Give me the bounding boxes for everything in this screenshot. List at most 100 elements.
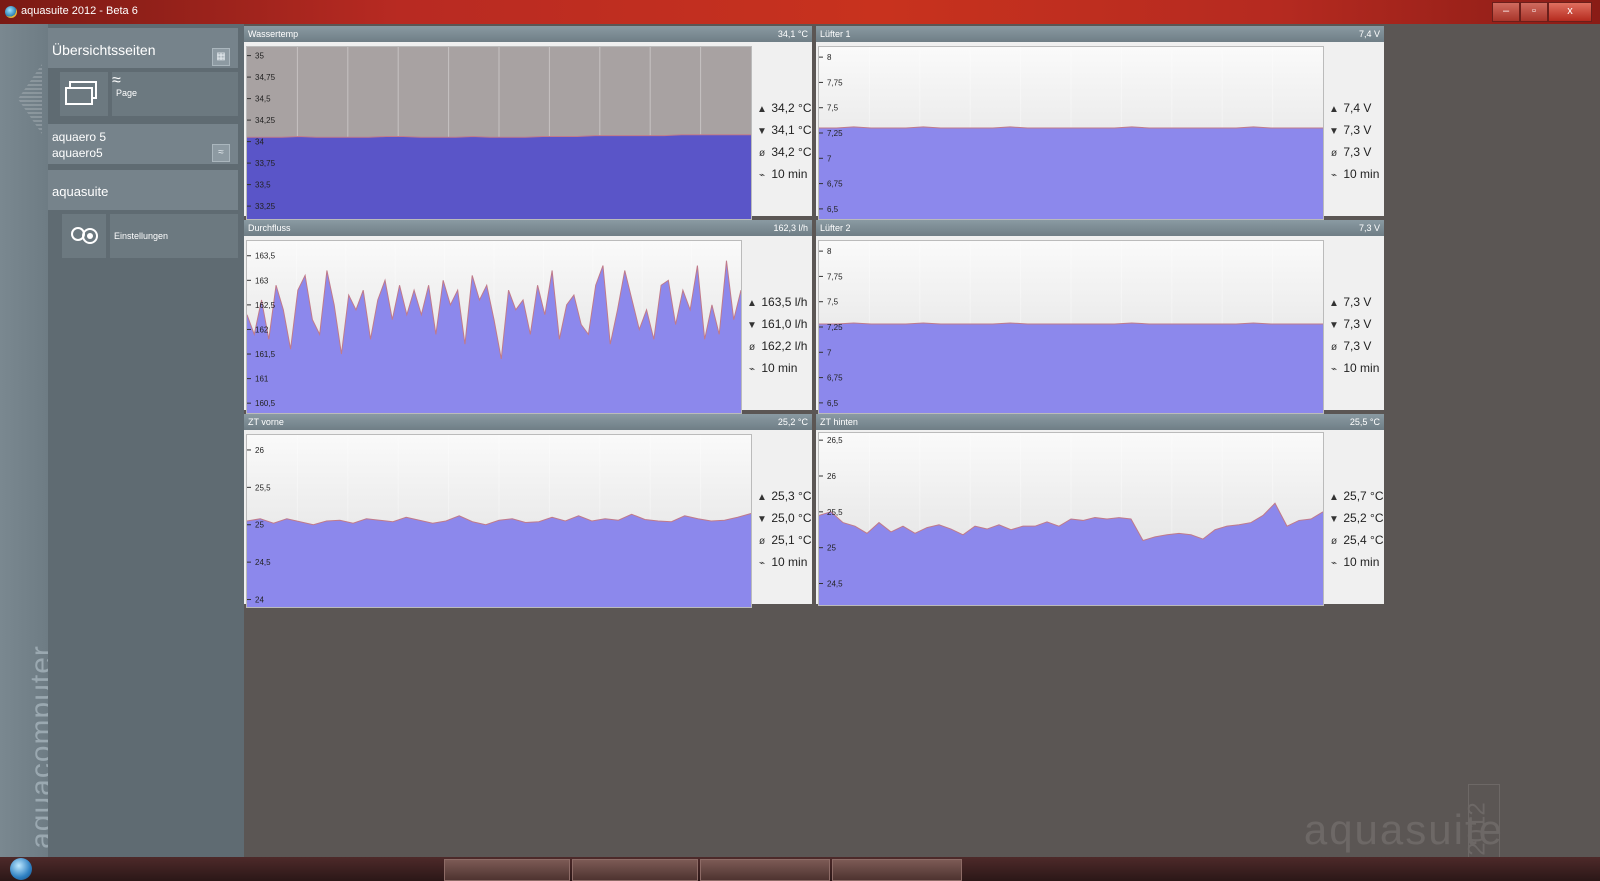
- stat-avg: 162,2 l/h: [761, 339, 808, 353]
- chart-svg: 35 34,75 34,5 34,25 34 33,75 33,5 33,25: [247, 47, 751, 219]
- chart-plot: 163,5 163 162,5 162 161,5 161 160,5: [246, 240, 742, 414]
- chart-settings-icon[interactable]: ≈: [212, 144, 230, 162]
- min-icon: ▼: [1329, 126, 1339, 137]
- panel-header: Wassertemp 34,1 °C: [244, 26, 812, 42]
- device-tile[interactable]: aquaero 5 aquaero5 ≈: [48, 124, 238, 164]
- maximize-button[interactable]: ▫: [1520, 2, 1548, 22]
- stat-max: 34,2 °C: [771, 101, 812, 115]
- panel-stats: ▲ 25,3 °C ▼ 25,0 °C ø 25,1 °C ⌁ 10 min: [756, 486, 811, 574]
- taskbar-button[interactable]: [444, 859, 570, 881]
- panel-current-value: 25,5 °C: [1349, 417, 1380, 427]
- y-tick-label: 25: [255, 521, 264, 530]
- y-tick-label: 8: [827, 247, 832, 256]
- time-range-icon: ⌁: [1330, 170, 1338, 181]
- window-title: aquasuite 2012 - Beta 6: [21, 5, 138, 17]
- chart-settings-icon[interactable]: ≈: [112, 72, 121, 89]
- chart-plot: 35 34,75 34,5 34,25 34 33,75 33,5 33,25: [246, 46, 752, 220]
- y-tick-label: 34,75: [255, 73, 276, 82]
- stat-max: 163,5 l/h: [761, 295, 808, 309]
- settings-icon-tile[interactable]: [62, 214, 106, 258]
- y-tick-label: 35: [255, 52, 264, 61]
- y-tick-label: 163: [255, 276, 269, 285]
- time-range-icon: ⌁: [748, 364, 756, 375]
- overview-tile[interactable]: Übersichtsseiten ▦: [48, 28, 238, 68]
- y-tick-label: 24: [255, 596, 264, 605]
- chart-plot: 8 7,75 7,5 7,25 7 6,75 6,5: [818, 46, 1324, 220]
- close-button[interactable]: x: [1548, 2, 1592, 22]
- series-area: [247, 134, 751, 219]
- y-tick-label: 25,5: [827, 508, 843, 517]
- y-tick-label: 7,25: [827, 129, 843, 138]
- collapse-arrow-icon[interactable]: [18, 64, 42, 134]
- stat-range: 10 min: [771, 555, 808, 569]
- panel-stats: ▲ 7,3 V ▼ 7,3 V ø 7,3 V ⌁ 10 min: [1328, 292, 1379, 380]
- chart-plot: 26,5 26 25,5 25 24,5: [818, 432, 1324, 606]
- y-tick-label: 7,75: [827, 78, 843, 87]
- time-range-icon: ⌁: [758, 170, 766, 181]
- stat-avg: 7,3 V: [1343, 339, 1372, 353]
- avg-icon: ø: [758, 536, 766, 547]
- window-titlebar: aquasuite 2012 - Beta 6 – ▫ x: [0, 0, 1600, 24]
- aquasuite-tile[interactable]: aquasuite: [48, 170, 238, 210]
- y-tick-label: 34,5: [255, 95, 271, 104]
- stat-min: 161,0 l/h: [761, 317, 808, 331]
- panel-title: Lüfter 2: [820, 223, 851, 233]
- panel-stats: ▲ 25,7 °C ▼ 25,2 °C ø 25,4 °C ⌁ 10 min: [1328, 486, 1384, 574]
- panel-header: Lüfter 2 7,3 V: [816, 220, 1384, 236]
- taskbar-button[interactable]: [700, 859, 830, 881]
- taskbar-button[interactable]: [572, 859, 698, 881]
- y-tick-label: 33,75: [255, 159, 276, 168]
- max-icon: ▲: [757, 492, 767, 503]
- panel-durchfluss: Durchfluss 162,3 l/h 163,5 163 162,5 162 161,…: [244, 220, 812, 414]
- overview-label: Übersichtsseiten: [52, 42, 156, 58]
- app-logo-icon: [5, 6, 17, 18]
- y-tick-label: 6,5: [827, 205, 839, 214]
- avg-icon: ø: [1330, 536, 1338, 547]
- panel-zt-hinten: ZT hinten 25,5 °C 26,5 26 25,5 25 24,5 ▲ 25,7…: [816, 414, 1384, 606]
- y-tick-label: 7,25: [827, 323, 843, 332]
- y-tick-label: 161,5: [255, 350, 276, 359]
- y-tick-label: 24,5: [827, 580, 843, 589]
- settings-tile[interactable]: Einstellungen: [110, 214, 238, 258]
- page-label: Page: [116, 88, 138, 98]
- page-thumbnail-tile[interactable]: [60, 72, 108, 116]
- sidebar: Übersichtsseiten ▦ Page ≈ aquaero 5 aqua…: [48, 24, 244, 857]
- device-name: aquaero 5: [52, 130, 107, 144]
- panel-stats: ▲ 163,5 l/h ▼ 161,0 l/h ø 162,2 l/h ⌁ 10…: [746, 292, 807, 380]
- stat-min: 7,3 V: [1343, 123, 1372, 137]
- avg-icon: ø: [1330, 342, 1338, 353]
- min-icon: ▼: [1329, 320, 1339, 331]
- watermark-text: aquasuite: [1303, 806, 1504, 853]
- y-tick-label: 33,5: [255, 181, 271, 190]
- y-tick-label: 163,5: [255, 252, 276, 261]
- y-tick-label: 26: [255, 446, 264, 455]
- stat-range: 10 min: [1343, 167, 1380, 181]
- y-tick-label: 26,5: [827, 436, 843, 445]
- stat-max: 25,7 °C: [1343, 489, 1384, 503]
- y-tick-label: 7: [827, 348, 832, 357]
- panel-current-value: 25,2 °C: [777, 417, 808, 427]
- y-tick-label: 7,5: [827, 104, 839, 113]
- taskbar-button[interactable]: [832, 859, 962, 881]
- panel-header: Durchfluss 162,3 l/h: [244, 220, 812, 236]
- series-area: [819, 126, 1323, 219]
- start-button[interactable]: [10, 858, 32, 880]
- page-tile[interactable]: Page ≈: [112, 72, 238, 116]
- panel-stats: ▲ 34,2 °C ▼ 34,1 °C ø 34,2 °C ⌁ 10 min: [756, 98, 812, 186]
- panel-header: Lüfter 1 7,4 V: [816, 26, 1384, 42]
- stat-range: 10 min: [1343, 555, 1380, 569]
- y-tick-label: 7: [827, 154, 832, 163]
- y-tick-label: 34,25: [255, 116, 276, 125]
- stat-range: 10 min: [761, 361, 798, 375]
- stat-min: 25,2 °C: [1343, 511, 1384, 525]
- window-controls: – ▫ x: [1492, 2, 1592, 22]
- max-icon: ▲: [1329, 492, 1339, 503]
- minimize-button[interactable]: –: [1492, 2, 1520, 22]
- stat-min: 34,1 °C: [771, 123, 812, 137]
- y-tick-label: 34: [255, 138, 264, 147]
- y-tick-label: 160,5: [255, 399, 276, 408]
- stat-avg: 7,3 V: [1343, 145, 1372, 159]
- grid-icon[interactable]: ▦: [212, 48, 230, 66]
- y-tick-label: 6,75: [827, 180, 843, 189]
- panel-current-value: 162,3 l/h: [773, 223, 808, 233]
